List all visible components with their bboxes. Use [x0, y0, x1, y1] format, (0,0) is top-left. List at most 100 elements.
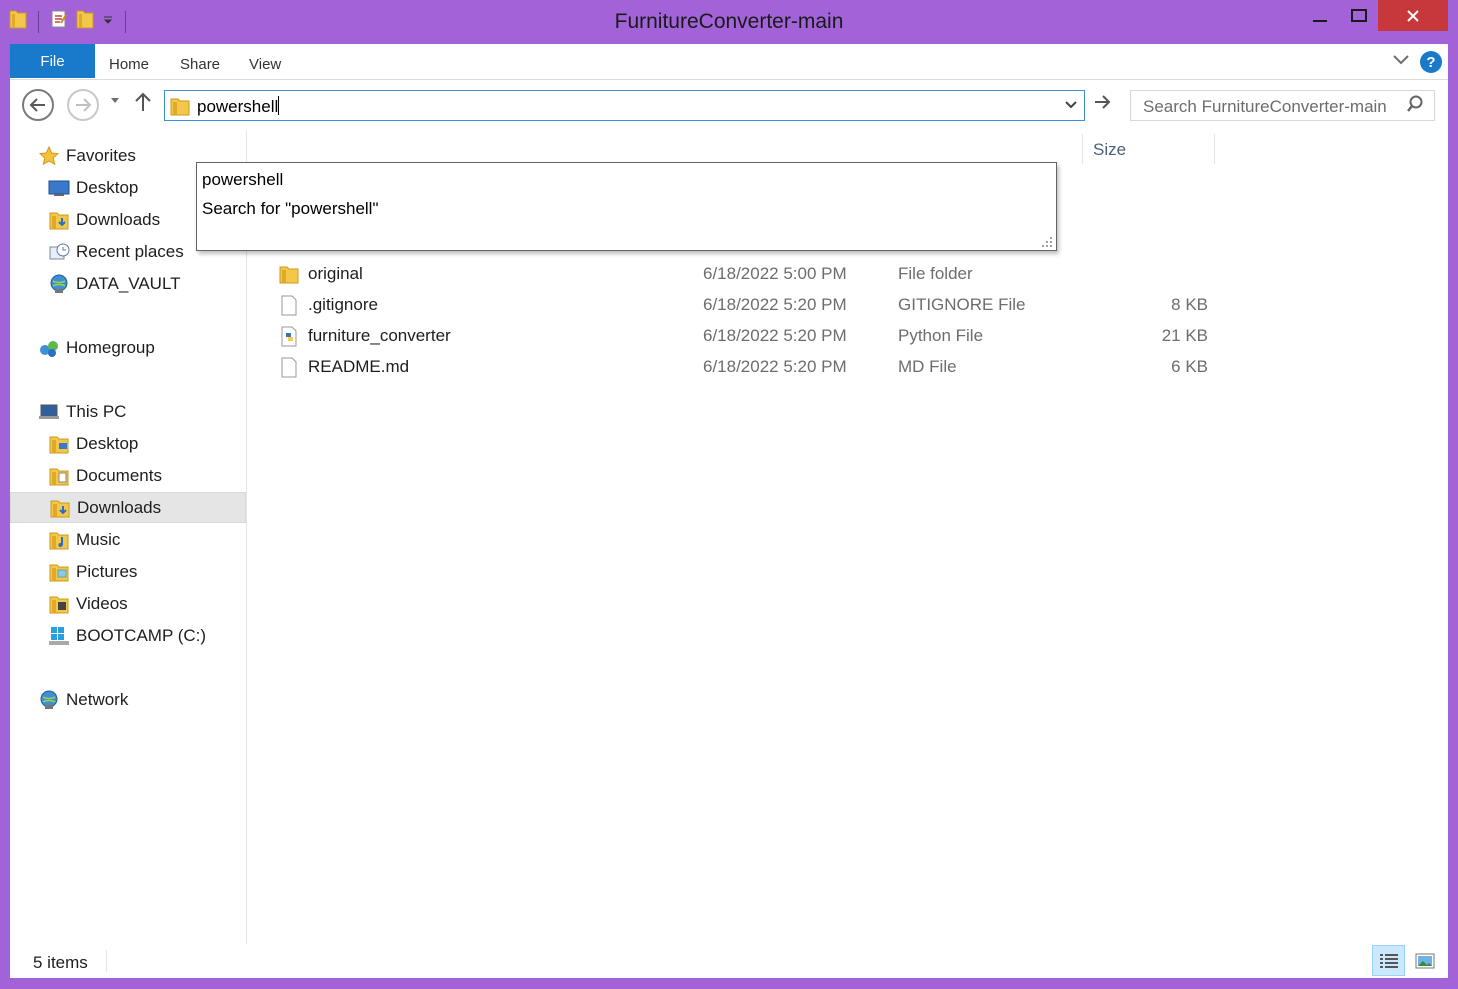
file-type: Python File: [898, 326, 984, 345]
pictures-folder-icon: [48, 561, 70, 583]
up-button[interactable]: [134, 91, 152, 119]
file-icon: [278, 356, 300, 383]
sidebar-item-pc-desktop[interactable]: Desktop: [10, 428, 246, 459]
file-date: 6/18/2022 5:20 PM: [703, 295, 847, 314]
sidebar-item-label: Music: [76, 529, 121, 549]
details-view-icon: [1379, 953, 1398, 968]
file-type: MD File: [898, 357, 957, 376]
file-list: Size original 6/18/2022 5:00 PM File fol…: [248, 130, 1448, 944]
sidebar-item-label: This PC: [66, 401, 127, 421]
back-button[interactable]: [22, 89, 54, 121]
sidebar-item-label: DATA_VAULT: [76, 273, 181, 293]
sidebar-item-label: Videos: [76, 593, 128, 613]
file-date: 6/18/2022 5:20 PM: [703, 326, 847, 345]
folder-icon: [169, 95, 191, 122]
sidebar-item-videos[interactable]: Videos: [10, 588, 246, 619]
sidebar-item-homegroup[interactable]: Homegroup: [10, 332, 246, 363]
forward-button[interactable]: [67, 89, 99, 121]
homegroup-icon: [38, 337, 60, 359]
address-dropdown-icon[interactable]: [1064, 96, 1078, 117]
navigation-bar: powershell Search FurnitureConverter-mai…: [10, 80, 1448, 130]
sidebar-item-label: Desktop: [76, 177, 139, 197]
recent-locations-icon[interactable]: [110, 96, 120, 107]
ribbon: File Home Share View ?: [10, 44, 1448, 80]
sidebar-item-this-pc[interactable]: This PC: [10, 396, 246, 427]
forward-arrow-icon: [76, 98, 92, 112]
close-button[interactable]: [1378, 0, 1448, 31]
large-icons-view-icon: [1415, 953, 1435, 968]
window-title: FurnitureConverter-main: [614, 10, 844, 33]
desktop-folder-icon: [48, 433, 70, 455]
list-item[interactable]: original 6/18/2022 5:00 PM File folder: [278, 259, 1208, 290]
back-arrow-icon: [29, 98, 45, 112]
sidebar-item-label: Downloads: [77, 497, 162, 517]
python-file-icon: [278, 325, 300, 352]
tab-view[interactable]: View: [249, 56, 281, 73]
tab-home[interactable]: Home: [109, 56, 149, 73]
address-input[interactable]: powershell: [197, 96, 280, 117]
sidebar-item-bootcamp-drive[interactable]: BOOTCAMP (C:): [10, 620, 246, 651]
sidebar-item-label: Desktop: [76, 433, 139, 453]
maximize-button[interactable]: [1340, 0, 1378, 31]
column-header-size[interactable]: Size: [1093, 140, 1126, 160]
file-date: 6/18/2022 5:20 PM: [703, 357, 847, 376]
status-bar: 5 items: [10, 944, 1448, 978]
list-item[interactable]: .gitignore 6/18/2022 5:20 PM GITIGNORE F…: [278, 290, 1208, 321]
file-name: .gitignore: [308, 295, 378, 314]
column-separator: [1214, 134, 1215, 164]
sidebar-item-pictures[interactable]: Pictures: [10, 556, 246, 587]
sidebar-item-network[interactable]: Network: [10, 684, 246, 715]
file-size: 6 KB: [1171, 357, 1208, 376]
help-icon[interactable]: ?: [1420, 51, 1442, 73]
file-type: GITIGNORE File: [898, 295, 1026, 314]
minimize-button[interactable]: [1300, 0, 1340, 31]
videos-folder-icon: [48, 593, 70, 615]
sidebar-item-label: Recent places: [76, 241, 184, 261]
column-separator: [1082, 134, 1083, 164]
sidebar-item-music[interactable]: Music: [10, 524, 246, 555]
explorer-window: FurnitureConverter-main File Home Share …: [0, 0, 1458, 989]
computer-icon: [38, 401, 60, 423]
tab-share[interactable]: Share: [180, 56, 220, 73]
sidebar-item-data-vault[interactable]: DATA_VAULT: [10, 268, 246, 299]
file-icon: [278, 294, 300, 321]
file-type: File folder: [898, 264, 973, 283]
navigation-pane: Favorites Desktop Downloads Recent place…: [10, 130, 247, 944]
sidebar-item-label: Pictures: [76, 561, 138, 581]
address-bar[interactable]: powershell: [164, 90, 1085, 121]
tab-file[interactable]: File: [10, 44, 95, 78]
recent-places-icon: [48, 241, 70, 263]
sidebar-item-label: Downloads: [76, 209, 161, 229]
go-arrow-icon[interactable]: [1093, 91, 1113, 119]
sidebar-item-documents[interactable]: Documents: [10, 460, 246, 491]
address-autocomplete-popup: powershell Search for "powershell": [196, 162, 1057, 251]
title-bar[interactable]: FurnitureConverter-main: [0, 0, 1458, 44]
sidebar-item-label: BOOTCAMP (C:): [76, 625, 207, 645]
file-size: 8 KB: [1171, 295, 1208, 314]
sidebar-item-downloads[interactable]: Downloads: [10, 492, 246, 523]
sidebar-item-label: Favorites: [66, 145, 136, 165]
autocomplete-search-suggestion[interactable]: Search for "powershell": [202, 199, 378, 219]
sidebar-item-label: Documents: [76, 465, 162, 485]
downloads-folder-icon: [49, 497, 71, 519]
resize-grip-icon[interactable]: [1040, 234, 1054, 248]
list-item[interactable]: furniture_converter 6/18/2022 5:20 PM Py…: [278, 321, 1208, 352]
search-icon[interactable]: [1406, 94, 1424, 119]
file-name: furniture_converter: [308, 326, 451, 345]
network-drive-icon: [48, 273, 70, 295]
list-item[interactable]: README.md 6/18/2022 5:20 PM MD File 6 KB: [278, 352, 1208, 383]
search-input[interactable]: Search FurnitureConverter-main: [1130, 90, 1435, 121]
file-date: 6/18/2022 5:00 PM: [703, 264, 847, 283]
details-view-button[interactable]: [1372, 945, 1405, 976]
documents-folder-icon: [48, 465, 70, 487]
large-icons-view-button[interactable]: [1410, 945, 1440, 976]
network-icon: [38, 689, 60, 711]
windows-drive-icon: [48, 625, 70, 647]
expand-ribbon-icon[interactable]: [1392, 52, 1410, 71]
up-arrow-icon: [135, 92, 151, 111]
autocomplete-suggestion[interactable]: powershell: [202, 170, 283, 190]
file-name: original: [308, 264, 363, 283]
status-separator: [106, 950, 107, 972]
item-count: 5 items: [33, 953, 88, 972]
music-folder-icon: [48, 529, 70, 551]
